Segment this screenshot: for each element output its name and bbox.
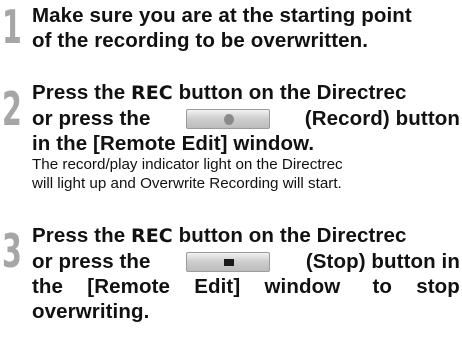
step-2-line-1-b: button on the Directrec (172, 81, 407, 104)
step-3-word-window: window (264, 275, 341, 298)
step-number-3: 3 (2, 224, 22, 278)
step-2-desc-2: will light up and Overwrite Recording wi… (32, 174, 342, 192)
step-3-word-stop: stop (416, 275, 460, 298)
step-3-line-2: or press the (Stop) button in (32, 249, 460, 274)
step-3-line-1-b: button on the Directrec (172, 224, 407, 247)
rec-key-label: REC (131, 225, 173, 247)
step-3-word-remote: [Remote (87, 275, 170, 298)
step-2-line-2-a: or press the (32, 107, 151, 130)
step-2-desc-1: The record/play indicator light on the D… (32, 156, 343, 173)
step-3-line-4: overwriting. (32, 300, 150, 323)
step-1-line-1: Make sure you are at the starting point (32, 4, 412, 27)
step-2-line-1-a: Press the (32, 81, 131, 104)
step-3-word-to: to (372, 275, 393, 298)
step-3-line-2-b: (Stop) button in (305, 250, 460, 273)
step-3-line-1: Press the REC button on the Directrec (32, 223, 460, 249)
step-2-line-2: or press the (Record) button (32, 106, 460, 131)
step-2-line-2-b: (Record) button (304, 107, 460, 130)
record-button[interactable] (185, 108, 270, 129)
step-2-text: Press the REC button on the Directrec or… (32, 80, 460, 193)
step-1-line-2: of the recording to be overwritten. (32, 29, 369, 52)
step-2-line-1: Press the REC button on the Directrec (32, 80, 460, 106)
step-number-1: 1 (2, 0, 22, 54)
step-number-2: 2 (2, 82, 22, 136)
record-dot-icon (223, 113, 234, 125)
stop-button[interactable] (186, 251, 271, 272)
step-2-line-3: in the [Remote Edit] window. (32, 132, 315, 155)
step-3-word-edit: Edit] (194, 275, 241, 298)
stop-square-icon (224, 258, 235, 266)
step-3-word-the: the (32, 275, 64, 298)
step-3-line-1-a: Press the (32, 224, 131, 247)
step-3-line-3: the [Remote Edit] window to stop (32, 274, 460, 299)
step-3-text: Press the REC button on the Directrec or… (32, 223, 460, 324)
step-1-text: Make sure you are at the starting point … (32, 3, 460, 53)
step-3-line-2-a: or press the (32, 250, 151, 273)
rec-key-label: REC (131, 82, 173, 104)
